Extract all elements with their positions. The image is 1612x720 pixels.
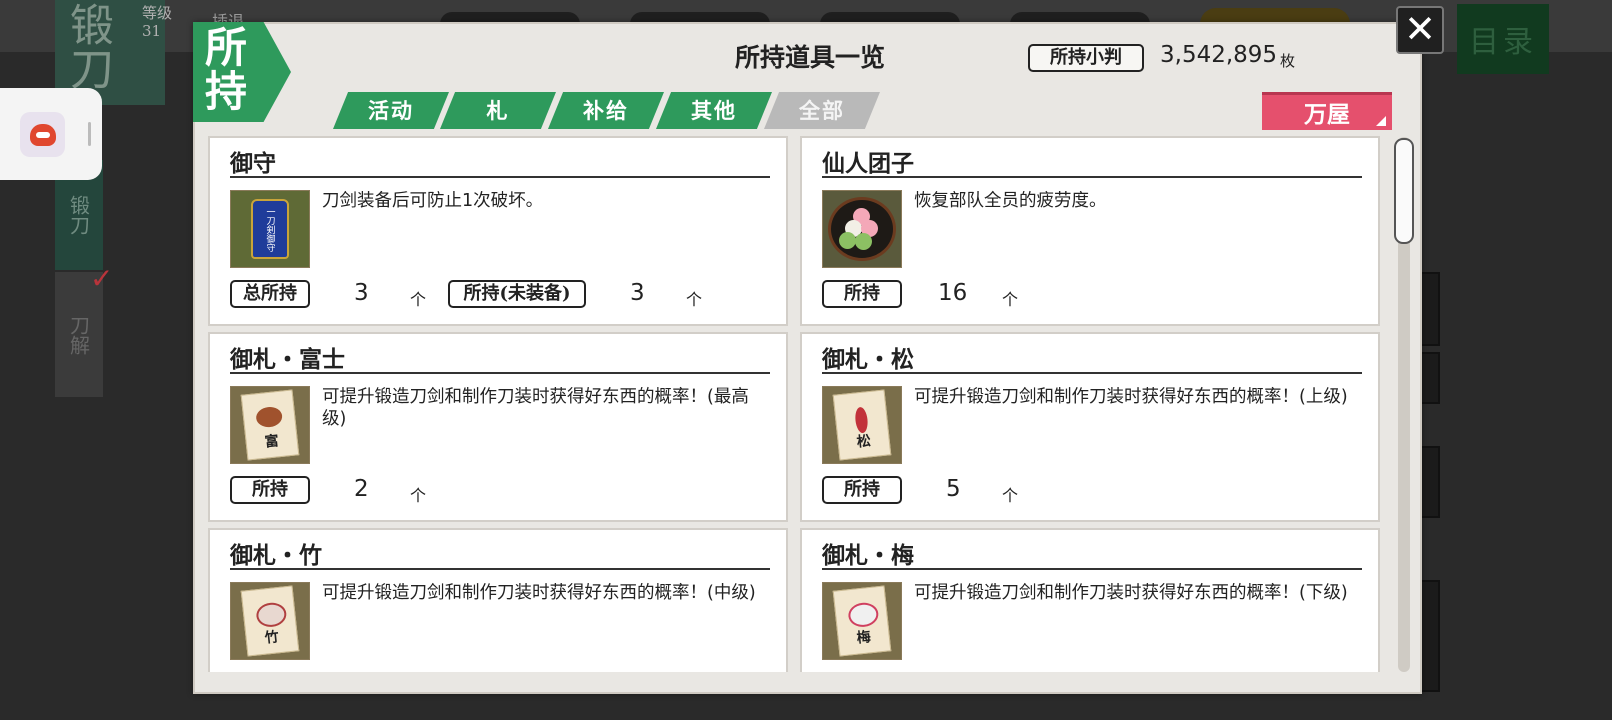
- level-indicator: 等级 31: [142, 4, 172, 40]
- count-label: 所持: [822, 476, 902, 504]
- fuda-take-icon: 竹: [230, 582, 310, 660]
- item-name: 御守: [230, 150, 276, 177]
- count-label: 所持: [822, 280, 902, 308]
- fuda-char: 竹: [263, 629, 280, 647]
- item-list[interactable]: 御守 一刀剣御守 刀剑装备后可防止1次破坏。 总所持 3 个 所持(未装备) 3…: [208, 136, 1384, 672]
- tab-all[interactable]: 全部: [764, 92, 880, 129]
- item-card-fuda-take[interactable]: 御札・竹 竹 可提升锻造刀剑和制作刀装时获得好东西的概率！(中级): [208, 528, 788, 672]
- fuda-matsu-icon: 松: [822, 386, 902, 464]
- koban-value: 3,542,895: [1160, 42, 1278, 68]
- divider: [822, 568, 1362, 570]
- count-unit: 个: [686, 290, 703, 309]
- modal-title: 所持道具一览: [734, 43, 885, 72]
- item-card-fuda-matsu[interactable]: 御札・松 松 可提升锻造刀剑和制作刀装时获得好东西的概率！(上级) 所持 5 个: [800, 332, 1380, 522]
- fuda-fuji-icon: 富: [230, 386, 310, 464]
- item-card-fuda-fuji[interactable]: 御札・富士 富 可提升锻造刀剑和制作刀装时获得好东西的概率！(最高级) 所持 2…: [208, 332, 788, 522]
- side-panel: [1420, 272, 1440, 346]
- divider: [822, 372, 1362, 374]
- forge-title: 锻刀: [62, 2, 113, 90]
- count-value: 2: [354, 476, 369, 502]
- item-name: 御札・竹: [230, 542, 322, 569]
- close-icon[interactable]: ✕: [1396, 6, 1444, 54]
- count-value: 3: [630, 280, 645, 306]
- side-panel: [1420, 446, 1440, 518]
- count-unit: 个: [410, 486, 427, 505]
- tab-supply[interactable]: 补给: [548, 92, 664, 129]
- divider: [230, 372, 770, 374]
- item-name: 御札・梅: [822, 542, 914, 569]
- scrollbar-thumb[interactable]: [1394, 138, 1414, 244]
- koban-unit: 枚: [1280, 52, 1296, 70]
- item-description: 可提升锻造刀剑和制作刀装时获得好东西的概率！(最高级): [322, 387, 749, 429]
- drag-handle[interactable]: [88, 122, 91, 146]
- floating-app-icon[interactable]: [20, 112, 65, 157]
- fuda-char: 松: [855, 433, 872, 451]
- item-name: 御札・松: [822, 346, 914, 373]
- item-description: 可提升锻造刀剑和制作刀装时获得好东西的概率！(上级): [914, 387, 1348, 407]
- koban-label: 所持小判: [1028, 44, 1144, 72]
- omamori-icon-text: 一刀剣御守: [251, 199, 289, 259]
- level-label: 等级: [142, 4, 173, 22]
- count-label: 总所持: [230, 280, 310, 308]
- item-card-fuda-ume[interactable]: 御札・梅 梅 可提升锻造刀剑和制作刀装时获得好东西的概率！(下级): [800, 528, 1380, 672]
- fuda-ume-icon: 梅: [822, 582, 902, 660]
- check-mark-icon: ✓: [90, 262, 114, 295]
- divider: [230, 568, 770, 570]
- count-label: 所持: [230, 476, 310, 504]
- count-value: 5: [946, 476, 961, 502]
- item-name: 仙人团子: [822, 150, 914, 177]
- count-unit: 个: [1002, 486, 1019, 505]
- tab-event[interactable]: 活动: [333, 92, 449, 129]
- item-description: 刀剑装备后可防止1次破坏。: [322, 191, 544, 211]
- dango-icon: [822, 190, 902, 268]
- fuda-char: 富: [263, 433, 280, 451]
- omamori-icon: 一刀剣御守: [230, 190, 310, 268]
- item-description: 恢复部队全员的疲劳度。: [914, 191, 1107, 211]
- shop-button[interactable]: 万屋: [1262, 92, 1392, 130]
- item-card-dango[interactable]: 仙人团子 恢复部队全员的疲劳度。 所持 16 个: [800, 136, 1380, 326]
- level-value: 31: [142, 22, 162, 40]
- item-card-omamori[interactable]: 御守 一刀剣御守 刀剑装备后可防止1次破坏。 总所持 3 个 所持(未装备) 3…: [208, 136, 788, 326]
- side-panel: [1420, 352, 1440, 404]
- divider: [822, 176, 1362, 178]
- tab-other[interactable]: 其他: [656, 92, 772, 129]
- side-panel: [1420, 580, 1440, 692]
- count-label: 所持(未装备): [448, 280, 586, 308]
- count-unit: 个: [410, 290, 427, 309]
- fuda-char: 梅: [855, 629, 872, 647]
- item-description: 可提升锻造刀剑和制作刀装时获得好东西的概率！(下级): [914, 583, 1348, 603]
- count-unit: 个: [1002, 290, 1019, 309]
- item-name: 御札・富士: [230, 346, 345, 373]
- count-value: 16: [938, 280, 968, 306]
- item-description: 可提升锻造刀剑和制作刀装时获得好东西的概率！(中级): [322, 583, 756, 603]
- menu-button[interactable]: 目录: [1457, 4, 1549, 74]
- tab-fuda[interactable]: 札: [440, 92, 556, 129]
- count-value: 3: [354, 280, 369, 306]
- divider: [230, 176, 770, 178]
